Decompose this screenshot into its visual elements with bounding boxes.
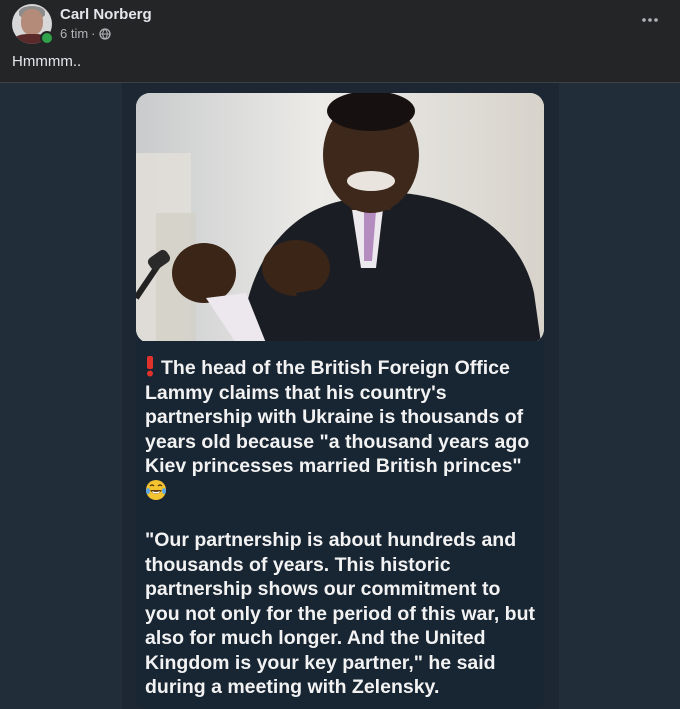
post-header: Carl Norberg 6 tim · Hmmmm.. xyxy=(0,0,680,82)
more-options-icon[interactable] xyxy=(640,10,660,30)
headline-body: The head of the British Foreign Office L… xyxy=(145,357,530,477)
photo-illustration xyxy=(136,93,544,343)
post-time[interactable]: 6 tim xyxy=(60,26,88,41)
red-exclamation-icon xyxy=(147,356,153,377)
avatar-face xyxy=(21,9,43,35)
news-photo xyxy=(136,93,544,343)
laughing-tears-emoji xyxy=(146,479,166,500)
post-media[interactable]: The head of the British Foreign Office L… xyxy=(0,82,680,709)
post-text: Hmmmm.. xyxy=(12,53,82,70)
globe-icon[interactable] xyxy=(98,27,111,40)
telegram-screenshot: The head of the British Foreign Office L… xyxy=(122,83,559,709)
online-status-dot xyxy=(40,31,54,45)
author-name[interactable]: Carl Norberg xyxy=(60,6,152,23)
meta-separator: · xyxy=(91,26,96,41)
quote-text: "Our partnership is about hundreds and t… xyxy=(145,529,535,698)
headline-text: The head of the British Foreign Office L… xyxy=(145,355,540,507)
post-meta: 6 tim · xyxy=(60,26,111,41)
